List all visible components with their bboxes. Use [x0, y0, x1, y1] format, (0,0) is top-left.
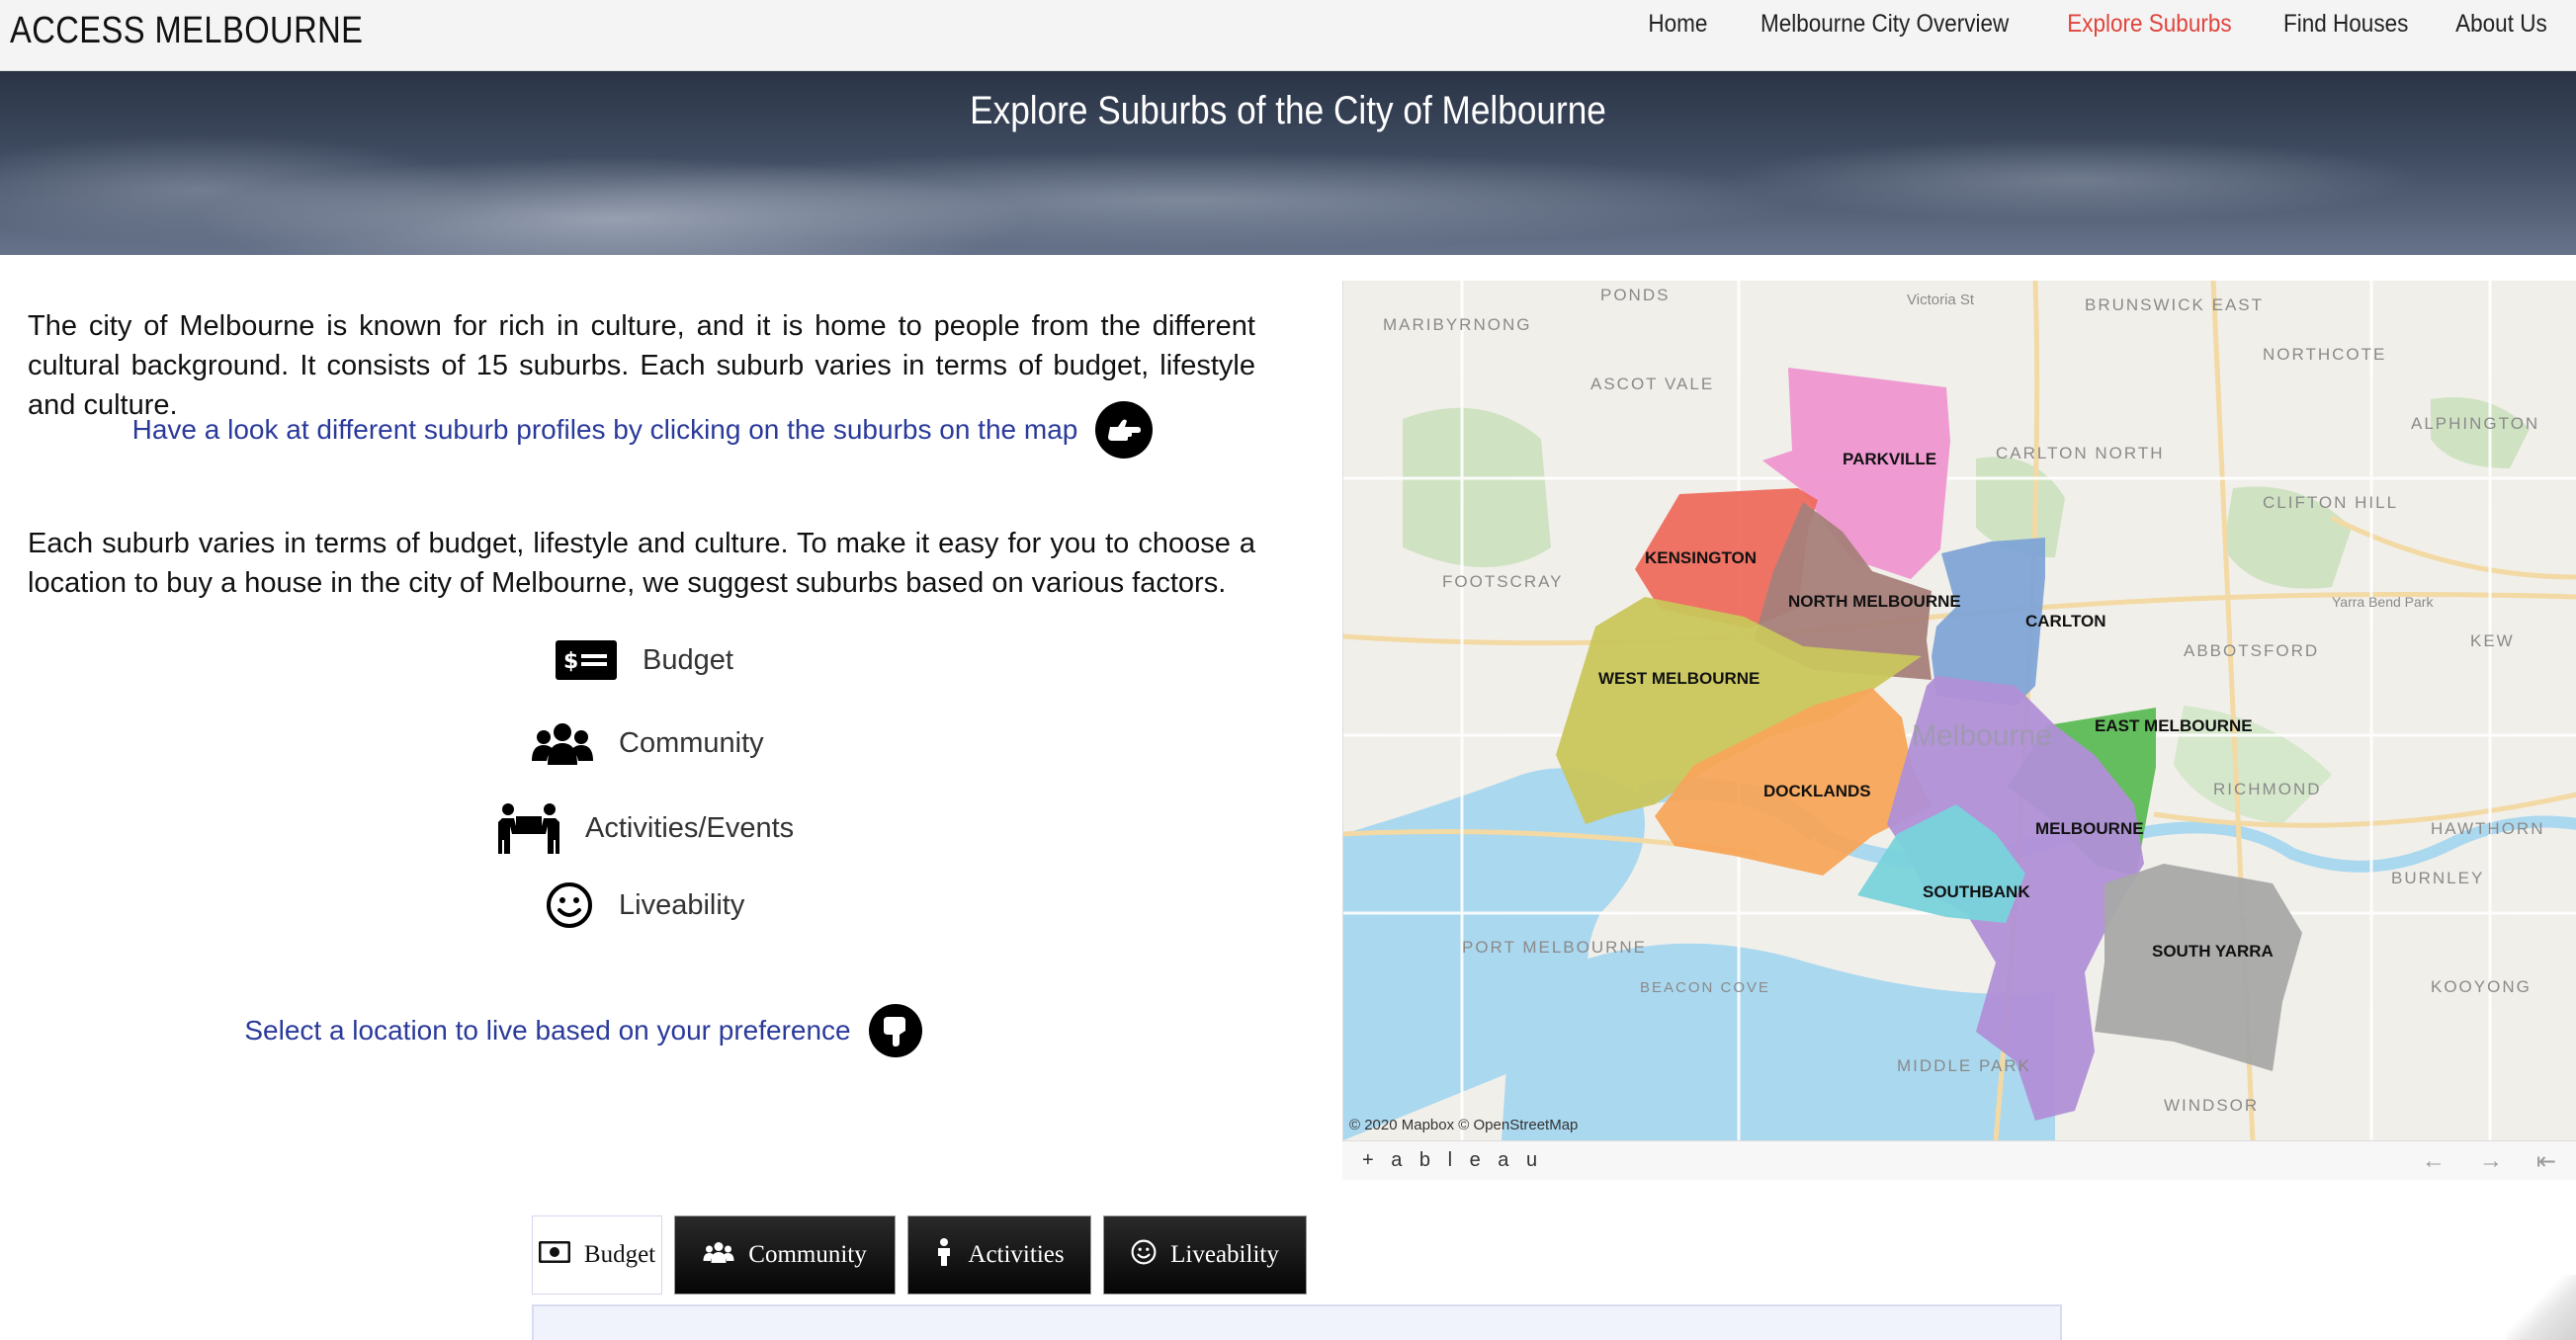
map-label-brunswick-east: BRUNSWICK EAST — [2085, 295, 2264, 314]
factor-budget: $ Budget — [556, 640, 733, 680]
map-canvas: PONDS Victoria St BRUNSWICK EAST MARIBYR… — [1343, 281, 2576, 1140]
suburb-label-kensington: KENSINGTON — [1645, 548, 1757, 567]
smile-icon — [546, 881, 593, 929]
nav-link-explore-suburbs[interactable]: Explore Suburbs — [2067, 10, 2231, 39]
preference-cta: Select a location to live based on your … — [0, 1004, 1226, 1057]
back-arrow-icon[interactable]: ← — [2422, 1147, 2446, 1176]
tab-content-panel — [532, 1304, 2062, 1340]
map-label-hawthorn: HAWTHORN — [2431, 819, 2544, 838]
suburb-map[interactable]: PONDS Victoria St BRUNSWICK EAST MARIBYR… — [1342, 281, 2576, 1180]
page-title: Explore Suburbs of the City of Melbourne — [970, 89, 1606, 132]
nav-link-about-us[interactable]: About Us — [2455, 10, 2547, 39]
nav-link-city-overview[interactable]: Melbourne City Overview — [1760, 10, 2009, 39]
map-label-alphington: ALPHINGTON — [2411, 414, 2539, 433]
nav-link-find-houses[interactable]: Find Houses — [2283, 10, 2408, 39]
preference-cta-text: Select a location to live based on your … — [244, 1015, 851, 1046]
map-label-burnley: BURNLEY — [2391, 869, 2484, 887]
top-navbar: ACCESS MELBOURNE Home Melbourne City Ove… — [0, 0, 2576, 71]
factor-tabs: Budget Community Activities Liveability — [532, 1215, 1307, 1295]
walker-icon — [934, 1237, 954, 1273]
tab-liveability[interactable]: Liveability — [1103, 1215, 1307, 1295]
hero-banner: Explore Suburbs of the City of Melbourne — [0, 71, 2576, 255]
money-bill-icon: $ — [556, 640, 617, 680]
map-label-melbourne-city: Melbourne — [1912, 719, 2052, 752]
map-label-ponds: PONDS — [1600, 286, 1670, 304]
suburb-south-yarra[interactable] — [2095, 864, 2302, 1071]
suburb-label-docklands: DOCKLANDS — [1763, 782, 1871, 800]
factors-paragraph: Each suburb varies in terms of budget, l… — [28, 528, 1255, 599]
suburb-label-parkville: PARKVILLE — [1843, 450, 1936, 468]
map-label-carlton-north: CARLTON NORTH — [1996, 444, 2165, 462]
suburb-label-north-melbourne: NORTH MELBOURNE — [1788, 592, 1961, 611]
tab-budget[interactable]: Budget — [532, 1215, 662, 1295]
map-attribution[interactable]: © 2020 Mapbox © OpenStreetMap — [1349, 1117, 1578, 1133]
suburb-label-west-melbourne: WEST MELBOURNE — [1598, 669, 1760, 688]
map-label-ascot-vale: ASCOT VALE — [1590, 375, 1714, 393]
factor-activities-label: Activities/Events — [585, 811, 795, 844]
tab-budget-label: Budget — [583, 1241, 656, 1268]
map-nav: ← → ⇤ — [2422, 1147, 2556, 1176]
factor-community: Community — [532, 721, 764, 765]
suburb-label-carlton: CARLTON — [2025, 612, 2106, 630]
map-label-kew: KEW — [2470, 631, 2515, 650]
people-carry-icon — [498, 802, 559, 854]
map-label-clifton-hill: CLIFTON HILL — [2263, 493, 2398, 512]
hand-pointing-down-icon — [868, 1004, 922, 1057]
map-label-windsor: WINDSOR — [2164, 1096, 2259, 1115]
hand-pointing-right-icon — [1095, 401, 1154, 459]
map-label-yarra-bend-park: Yarra Bend Park — [2332, 594, 2434, 610]
map-label-abbotsford: ABBOTSFORD — [2184, 641, 2319, 660]
map-label-middle-park: MIDDLE PARK — [1897, 1056, 2031, 1075]
factor-activities: Activities/Events — [498, 802, 794, 854]
map-label-port-melbourne: PORT MELBOURNE — [1462, 938, 1647, 957]
tab-activities[interactable]: Activities — [907, 1215, 1091, 1295]
suburb-label-southbank: SOUTHBANK — [1923, 882, 2030, 901]
money-bill-icon — [538, 1240, 571, 1270]
tableau-logo[interactable]: + a b l e a u — [1362, 1149, 1543, 1172]
factor-community-label: Community — [619, 726, 764, 759]
map-label-kooyong: KOOYONG — [2431, 977, 2532, 996]
map-label-victoria-st: Victoria St — [1907, 292, 1975, 308]
map-label-maribyrnong: MARIBYRNONG — [1383, 315, 1531, 334]
suburb-label-melbourne: MELBOURNE — [2035, 819, 2144, 838]
map-cta-text: Have a look at different suburb profiles… — [131, 414, 1078, 445]
users-icon — [532, 721, 593, 765]
factor-budget-label: Budget — [643, 643, 733, 676]
smile-icon — [1131, 1239, 1157, 1272]
brand-logo[interactable]: ACCESS MELBOURNE — [10, 10, 363, 52]
tableau-toolbar: + a b l e a u ← → ⇤ — [1342, 1140, 2576, 1180]
reset-icon[interactable]: ⇤ — [2536, 1147, 2556, 1176]
map-label-footscray: FOOTSCRAY — [1442, 572, 1564, 591]
suburb-label-east-melbourne: EAST MELBOURNE — [2095, 716, 2253, 735]
tab-liveability-label: Liveability — [1170, 1241, 1279, 1268]
tab-activities-label: Activities — [968, 1241, 1065, 1268]
map-cta: Have a look at different suburb profiles… — [0, 401, 1285, 459]
forward-arrow-icon[interactable]: → — [2479, 1147, 2503, 1176]
nav-links: Home Melbourne City Overview Explore Sub… — [1645, 10, 2552, 39]
map-label-richmond: RICHMOND — [2213, 780, 2322, 798]
map-label-northcote: NORTHCOTE — [2263, 345, 2386, 364]
factor-liveability-label: Liveability — [619, 888, 745, 921]
nav-link-home[interactable]: Home — [1648, 10, 1707, 39]
tab-community[interactable]: Community — [674, 1215, 896, 1295]
page-curl — [2507, 1275, 2576, 1340]
map-label-beacon-cove: BEACON COVE — [1640, 979, 1770, 996]
tab-community-label: Community — [748, 1241, 867, 1268]
factor-liveability: Liveability — [546, 881, 744, 929]
suburb-label-south-yarra: SOUTH YARRA — [2152, 942, 2274, 961]
svg-text:$: $ — [563, 649, 578, 674]
users-icon — [703, 1241, 734, 1270]
